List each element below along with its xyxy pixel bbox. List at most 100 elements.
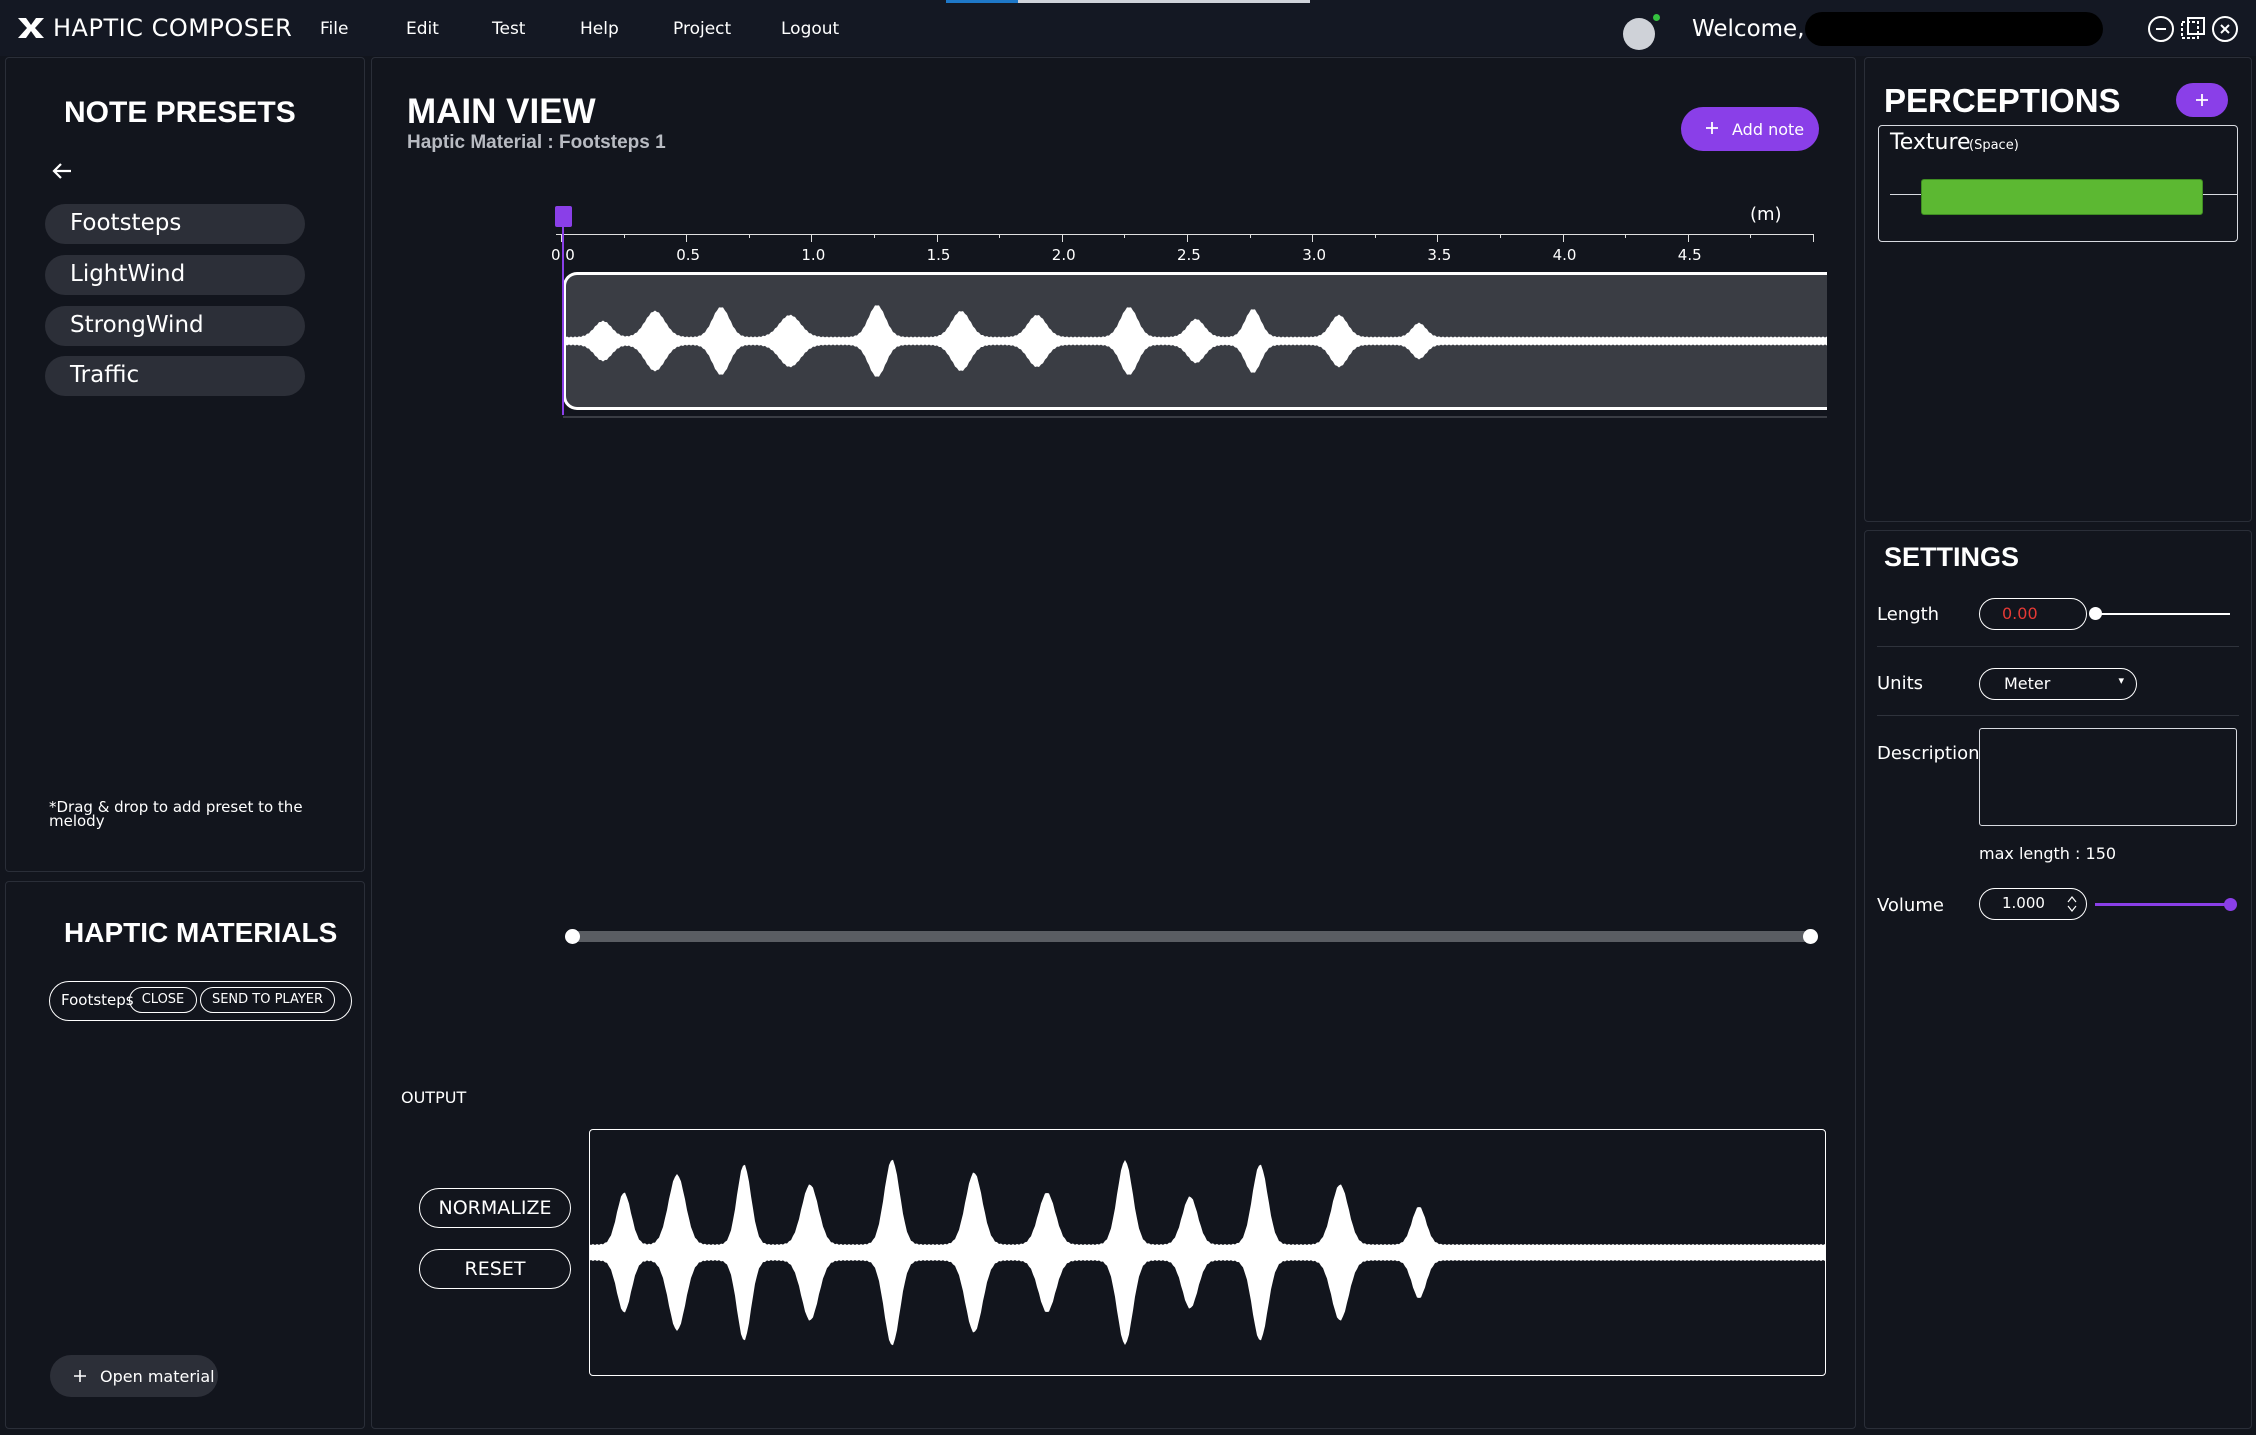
ruler-tick-label: 2.0	[1051, 246, 1076, 264]
menu-test[interactable]: Test	[492, 19, 525, 39]
main-view-subtitle: Haptic Material : Footsteps 1	[407, 132, 666, 153]
scrollbar-start-handle[interactable]	[565, 929, 580, 944]
description-label: Description	[1877, 743, 1980, 764]
settings-divider	[1877, 646, 2239, 647]
ruler-minor-tick	[1374, 234, 1376, 238]
units-select[interactable]: Meter ▾	[1979, 668, 2137, 700]
add-perception-button[interactable]	[2176, 83, 2228, 117]
app-logo-icon	[16, 16, 46, 40]
ruler-tick-label: 3.0	[1302, 246, 1327, 264]
normalize-button[interactable]: NORMALIZE	[419, 1188, 571, 1228]
ruler-tick-label: 4.5	[1677, 246, 1702, 264]
ruler-tick	[1562, 234, 1564, 242]
ruler-tick	[1187, 234, 1188, 242]
ruler-tick-label: 1.0	[801, 246, 826, 264]
playhead-line	[562, 225, 564, 415]
track-divider	[563, 416, 1827, 418]
scrollbar-end-handle[interactable]	[1803, 929, 1818, 944]
ruler-tick	[811, 234, 813, 242]
reset-button[interactable]: RESET	[419, 1249, 571, 1289]
ruler-minor-tick	[1124, 234, 1126, 238]
stepper-arrows-icon[interactable]	[2067, 895, 2077, 913]
menu-file[interactable]: File	[320, 19, 348, 39]
menu-help[interactable]: Help	[580, 19, 619, 39]
length-label: Length	[1877, 604, 1940, 625]
plus-icon	[70, 1366, 90, 1386]
menu-project[interactable]: Project	[673, 19, 731, 39]
ruler-tick-label: 4.0	[1552, 246, 1577, 264]
settings-divider	[1877, 715, 2239, 716]
ruler-tick	[1437, 234, 1439, 242]
settings-panel	[1864, 530, 2252, 1429]
volume-label: Volume	[1877, 895, 1944, 916]
note-presets-title: NOTE PRESETS	[64, 96, 296, 129]
perception-tag: (Space)	[1969, 138, 2019, 153]
menu-logout[interactable]: Logout	[781, 19, 839, 39]
ruler-minor-tick	[1625, 234, 1627, 238]
menu-edit[interactable]: Edit	[406, 19, 439, 39]
volume-slider-track[interactable]	[2095, 903, 2230, 906]
back-arrow-icon[interactable]	[49, 158, 75, 184]
playhead-handle[interactable]	[555, 206, 572, 227]
volume-value: 1.000	[2002, 894, 2045, 912]
length-slider-thumb[interactable]	[2089, 607, 2102, 620]
welcome-text: Welcome,	[1692, 16, 1805, 42]
timeline-scrollbar[interactable]	[570, 931, 1813, 942]
haptic-materials-title: HAPTIC MATERIALS	[64, 917, 338, 948]
restore-icon[interactable]	[2180, 16, 2206, 42]
open-material-label: Open material	[100, 1367, 215, 1386]
units-value: Meter	[2004, 674, 2051, 693]
avatar[interactable]	[1623, 18, 1655, 50]
output-label: OUTPUT	[401, 1088, 467, 1107]
preset-item-traffic[interactable]: Traffic	[45, 356, 305, 396]
loading-bar-track	[1018, 0, 1310, 3]
haptic-materials-panel	[5, 881, 365, 1429]
ruler-minor-tick	[999, 234, 1001, 238]
texture-perception-bar[interactable]	[1921, 179, 2203, 215]
ruler-tick	[936, 234, 938, 242]
drag-drop-hint: *Drag & drop to add preset to the melody	[49, 798, 303, 830]
settings-title: SETTINGS	[1884, 542, 2020, 572]
redacted-username	[1805, 12, 2103, 46]
output-waveform	[589, 1159, 1825, 1346]
ruler-minor-tick	[1500, 234, 1501, 238]
length-slider-track[interactable]	[2095, 613, 2230, 615]
chevron-down-icon: ▾	[2118, 674, 2124, 687]
ruler-minor-tick	[748, 234, 750, 238]
ruler-tick	[686, 234, 688, 242]
preset-item-lightwind[interactable]: LightWind	[45, 255, 305, 295]
description-textarea[interactable]	[1979, 728, 2237, 826]
perception-name: Texture	[1890, 130, 1971, 155]
ruler-tick-label: 1.5	[926, 246, 951, 264]
ruler-tick-label: 0.5	[676, 246, 701, 264]
close-icon[interactable]	[2212, 16, 2238, 42]
length-input[interactable]: 0.00	[1979, 598, 2087, 630]
max-length-text: max length : 150	[1979, 844, 2117, 863]
preset-item-footsteps[interactable]: Footsteps	[45, 204, 305, 244]
plus-icon	[2196, 94, 2208, 106]
perceptions-title: PERCEPTIONS	[1884, 82, 2121, 119]
ruler-minor-tick	[1249, 234, 1251, 238]
ruler-unit-label: (m)	[1750, 204, 1782, 225]
app-name: HAPTIC COMPOSER	[53, 14, 293, 42]
volume-slider-thumb[interactable]	[2224, 898, 2237, 911]
close-material-button[interactable]: CLOSE	[129, 987, 197, 1013]
minimize-icon[interactable]	[2148, 16, 2174, 42]
track-waveform	[563, 305, 1827, 377]
volume-slider-fill	[2095, 903, 2230, 906]
plus-icon	[1703, 119, 1721, 137]
ruler-minor-tick	[874, 234, 875, 238]
ruler-minor-tick	[623, 234, 625, 238]
send-to-player-button[interactable]: SEND TO PLAYER	[200, 987, 335, 1013]
preset-item-strongwind[interactable]: StrongWind	[45, 306, 305, 346]
ruler-tick	[1061, 234, 1063, 242]
units-label: Units	[1877, 673, 1924, 694]
ruler-tick	[1813, 234, 1814, 242]
volume-input[interactable]: 1.000	[1979, 888, 2087, 920]
ruler-tick-label: 2.5	[1177, 246, 1201, 264]
ruler-tick	[1687, 234, 1689, 242]
ruler-minor-tick	[1750, 234, 1752, 238]
main-view-title: MAIN VIEW	[407, 92, 596, 131]
add-note-label: Add note	[1732, 120, 1805, 139]
online-status-icon	[1651, 12, 1662, 23]
